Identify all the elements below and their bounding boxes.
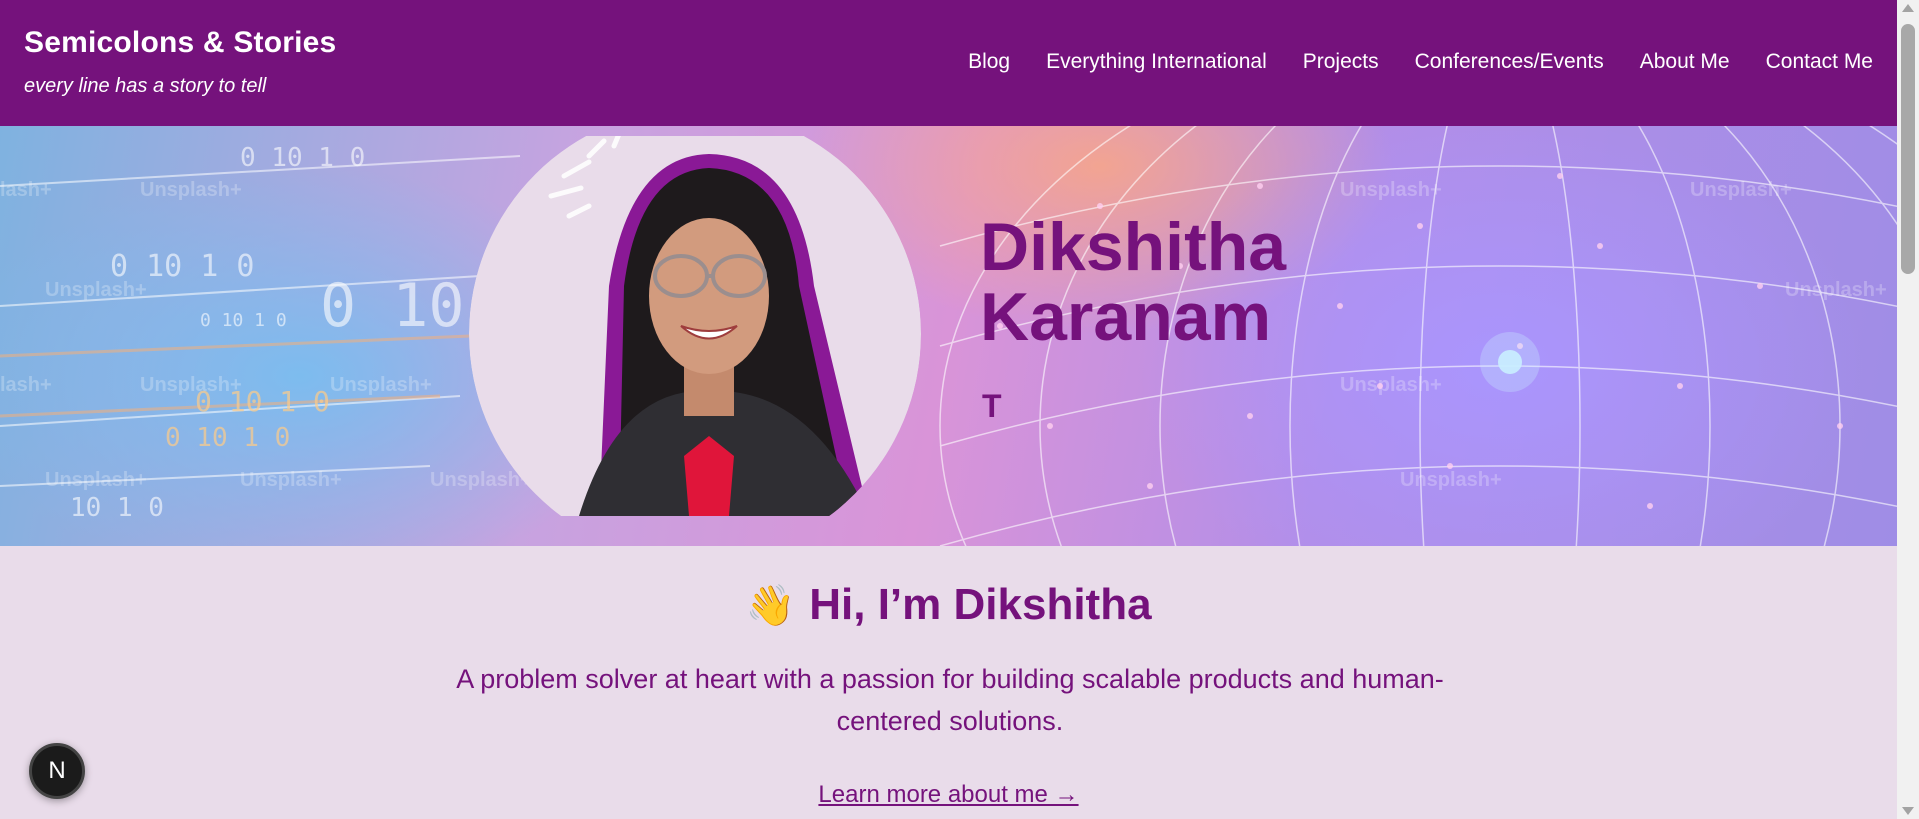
svg-text:lash+: lash+ <box>0 179 52 201</box>
nav-everything-international[interactable]: Everything International <box>1046 50 1267 74</box>
nav-blog[interactable]: Blog <box>968 50 1010 74</box>
scroll-down-arrow-icon[interactable] <box>1902 807 1914 815</box>
learn-more-link[interactable]: Learn more about me → <box>818 781 1078 808</box>
profile-avatar <box>469 136 921 516</box>
hero-background-image: 0 10 1 0 0 10 0 10 1 0 0 10 1 0 10 1 0 0… <box>0 126 1897 546</box>
svg-text:Unsplash+: Unsplash+ <box>140 179 242 201</box>
waving-hand-icon: 👋 <box>745 584 796 628</box>
scroll-up-arrow-icon[interactable] <box>1902 4 1914 12</box>
intro-heading: 👋 Hi, I’m Dikshitha <box>0 580 1897 630</box>
hero-name: Dikshitha Karanam <box>980 212 1286 352</box>
svg-text:Unsplash+: Unsplash+ <box>240 469 342 491</box>
intro-heading-text: Hi, I’m Dikshitha <box>809 580 1152 629</box>
svg-text:Unsplash+: Unsplash+ <box>1785 279 1887 301</box>
svg-text:Unsplash+: Unsplash+ <box>45 469 147 491</box>
nextjs-dev-badge[interactable]: N <box>29 743 85 799</box>
learn-more-container: Learn more about me → <box>0 781 1897 809</box>
site-title[interactable]: Semicolons & Stories <box>24 26 336 60</box>
hero-name-first: Dikshitha <box>980 209 1287 285</box>
svg-text:Unsplash+: Unsplash+ <box>330 374 432 396</box>
nextjs-n-icon: N <box>48 757 66 784</box>
svg-text:0 10 1 0: 0 10 1 0 <box>165 423 290 453</box>
hero-typed-text: T <box>982 388 1002 424</box>
svg-text:Unsplash+: Unsplash+ <box>1340 179 1442 201</box>
nav-conferences-events[interactable]: Conferences/Events <box>1415 50 1604 74</box>
svg-text:10 1 0: 10 1 0 <box>70 493 164 523</box>
svg-text:0 10: 0 10 <box>320 271 465 341</box>
scrollbar-thumb[interactable] <box>1901 24 1915 274</box>
hero-banner: 0 10 1 0 0 10 0 10 1 0 0 10 1 0 10 1 0 0… <box>0 126 1897 546</box>
nav-about-me[interactable]: About Me <box>1640 50 1730 74</box>
intro-description: A problem solver at heart with a passion… <box>456 664 1444 736</box>
svg-text:Unsplash+: Unsplash+ <box>140 374 242 396</box>
svg-text:Unsplash+: Unsplash+ <box>1400 469 1502 491</box>
nav-contact-me[interactable]: Contact Me <box>1766 50 1873 74</box>
site-tagline: every line has a story to tell <box>24 75 267 97</box>
site-header: Semicolons & Stories every line has a st… <box>0 0 1897 126</box>
hero-name-last: Karanam <box>980 279 1272 355</box>
svg-text:Unsplash+: Unsplash+ <box>1690 179 1792 201</box>
svg-text:Unsplash+: Unsplash+ <box>1340 374 1442 396</box>
svg-text:0 10 1 0: 0 10 1 0 <box>200 310 287 331</box>
page-scrollbar[interactable] <box>1897 0 1919 819</box>
nav-projects[interactable]: Projects <box>1303 50 1379 74</box>
svg-text:0 10 1 0: 0 10 1 0 <box>240 143 365 173</box>
main-nav: Blog Everything International Projects C… <box>968 50 1873 74</box>
svg-text:Unsplash+: Unsplash+ <box>45 279 147 301</box>
svg-text:lash+: lash+ <box>0 374 52 396</box>
